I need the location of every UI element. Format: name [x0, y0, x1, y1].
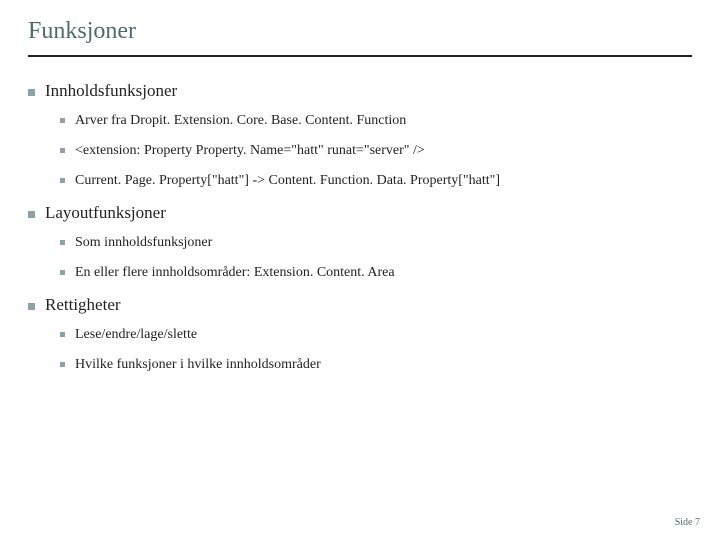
bullet-icon [60, 332, 65, 337]
list-item: En eller flere innholdsområder: Extensio… [75, 265, 395, 281]
title-divider [28, 55, 692, 57]
bullet-icon [28, 303, 35, 310]
list-item: <extension: Property Property. Name="hat… [75, 143, 425, 159]
bullet-icon [60, 118, 65, 123]
list-item: Arver fra Dropit. Extension. Core. Base.… [75, 113, 406, 129]
bullet-icon [60, 362, 65, 367]
bullet-icon [28, 89, 35, 96]
bullet-icon [60, 270, 65, 275]
section-layoutfunksjoner: Layoutfunksjoner Som innholdsfunksjoner … [28, 203, 692, 281]
slide: Funksjoner Innholdsfunksjoner Arver fra … [0, 0, 720, 540]
bullet-icon [60, 240, 65, 245]
list-item: Lese/endre/lage/slette [75, 327, 197, 343]
section-rettigheter: Rettigheter Lese/endre/lage/slette Hvilk… [28, 295, 692, 373]
bullet-icon [28, 211, 35, 218]
slide-title: Funksjoner [28, 18, 692, 45]
list-item: Hvilke funksjoner i hvilke innholdsområd… [75, 357, 321, 373]
section-innholdsfunksjoner: Innholdsfunksjoner Arver fra Dropit. Ext… [28, 81, 692, 189]
content-list: Innholdsfunksjoner Arver fra Dropit. Ext… [28, 81, 692, 373]
list-item: Current. Page. Property["hatt"] -> Conte… [75, 173, 500, 189]
section-heading: Rettigheter [45, 295, 121, 315]
list-item: Som innholdsfunksjoner [75, 235, 212, 251]
bullet-icon [60, 178, 65, 183]
section-heading: Layoutfunksjoner [45, 203, 166, 223]
page-number: Side 7 [675, 517, 700, 528]
section-heading: Innholdsfunksjoner [45, 81, 177, 101]
bullet-icon [60, 148, 65, 153]
